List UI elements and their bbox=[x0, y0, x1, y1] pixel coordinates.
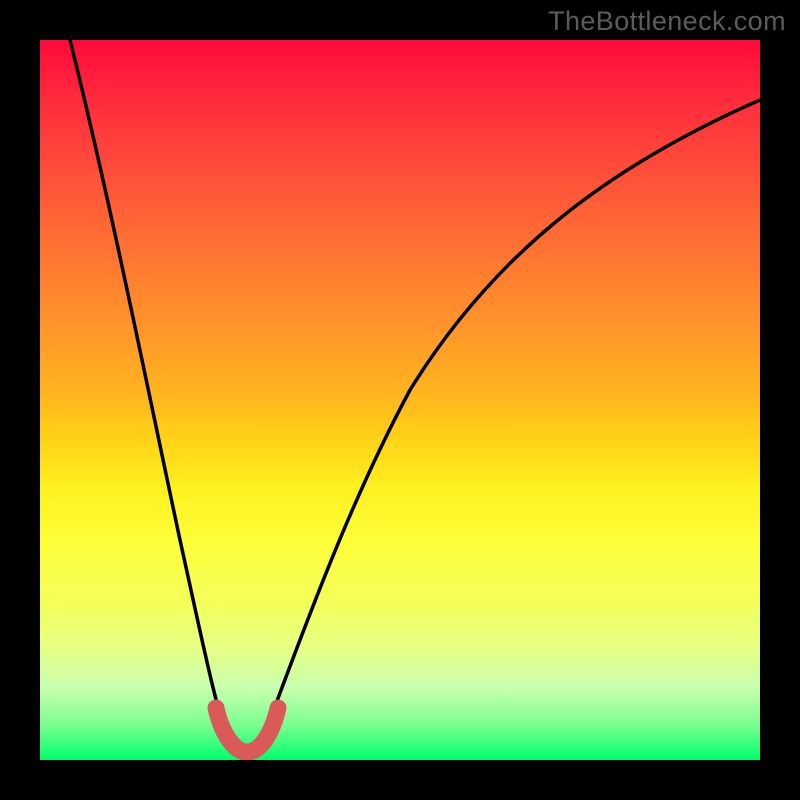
bump-dot-left-lower bbox=[215, 722, 231, 738]
curve-left bbox=[70, 40, 230, 742]
chart-svg bbox=[40, 40, 760, 760]
watermark-text: TheBottleneck.com bbox=[548, 6, 786, 37]
bump-dot-right-lower bbox=[263, 722, 279, 738]
bump-dot-right-upper bbox=[270, 700, 286, 716]
bump-dot-left-upper bbox=[208, 700, 224, 716]
chart-frame: TheBottleneck.com bbox=[0, 0, 800, 800]
chart-plot-area bbox=[40, 40, 760, 760]
curve-right bbox=[262, 100, 760, 740]
